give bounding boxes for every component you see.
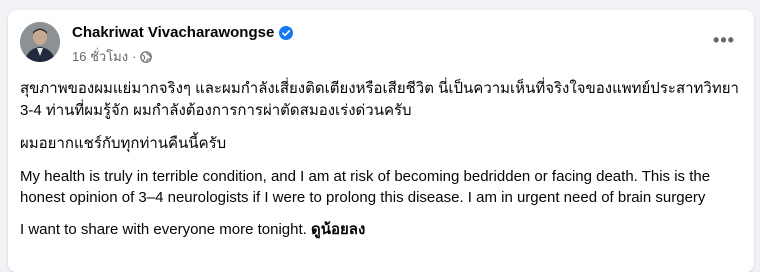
- post-paragraph-last: I want to share with everyone more tonig…: [20, 219, 742, 240]
- more-options-icon[interactable]: •••: [708, 26, 740, 54]
- post-last-line-text: I want to share with everyone more tonig…: [20, 221, 307, 238]
- author-avatar[interactable]: [20, 22, 60, 62]
- see-less-link[interactable]: ดูน้อยลง: [311, 221, 365, 238]
- post-meta: 16 ชั่วโมง ·: [72, 46, 153, 67]
- post-card: Chakriwat Vivacharawongse 16 ชั่วโมง · •…: [8, 10, 754, 272]
- post-paragraph-english: My health is truly in terrible condition…: [20, 168, 711, 206]
- verified-badge-icon: [279, 25, 294, 40]
- post-header: Chakriwat Vivacharawongse 16 ชั่วโมง · •…: [20, 22, 740, 66]
- post-paragraph-thai: สุขภาพของผมแย่มากจริงๆ และผมกำลังเสี่ยงต…: [20, 80, 739, 119]
- author-name[interactable]: Chakriwat Vivacharawongse: [72, 24, 274, 41]
- post-paragraph-thai-share: ผมอยากแชร์กับทุกท่านคืนนี้ครับ: [20, 135, 227, 152]
- meta-separator: ·: [132, 49, 137, 64]
- globe-icon[interactable]: [140, 50, 153, 63]
- author-name-row: Chakriwat Vivacharawongse: [72, 24, 294, 41]
- post-body: สุขภาพของผมแย่มากจริงๆ และผมกำลังเสี่ยงต…: [20, 78, 742, 251]
- post-timestamp[interactable]: 16 ชั่วโมง: [72, 46, 128, 67]
- avatar-image: [20, 22, 60, 62]
